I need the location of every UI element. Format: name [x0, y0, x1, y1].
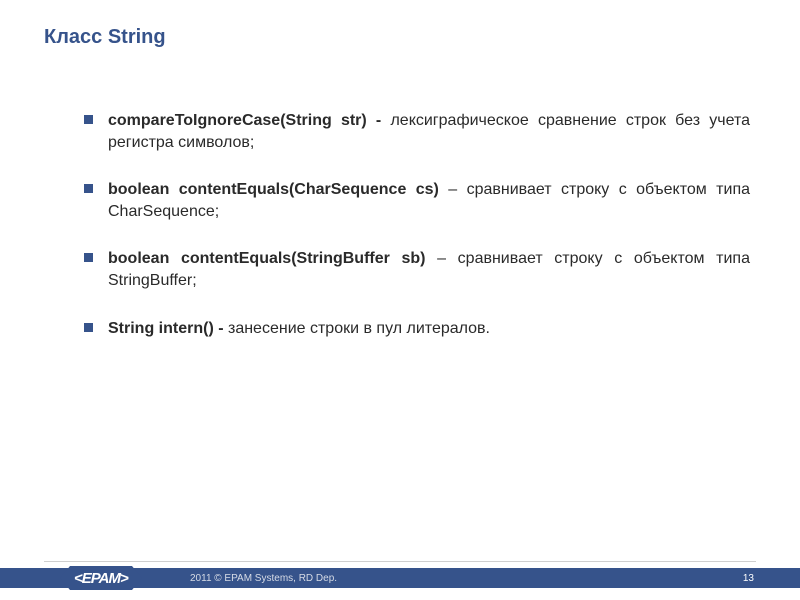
content-area: compareToIgnoreCase(String str) - лексиг…: [108, 110, 750, 365]
bullet-icon: [84, 323, 93, 332]
slide: Класс String compareToIgnoreCase(String …: [0, 0, 800, 600]
bullet-icon: [84, 184, 93, 193]
logo-shape-icon: [60, 566, 70, 590]
footer-divider: [44, 561, 756, 562]
list-item: String intern() - занесение строки в пул…: [108, 318, 750, 340]
method-signature: boolean contentEquals(StringBuffer sb): [108, 250, 426, 267]
list-item: boolean contentEquals(CharSequence cs) –…: [108, 179, 750, 222]
page-number: 13: [743, 573, 754, 584]
method-description: занесение строки в пул литералов.: [228, 320, 490, 337]
list-item: compareToIgnoreCase(String str) - лексиг…: [108, 110, 750, 153]
footer: <EPAM> 2011 © EPAM Systems, RD Dep. 13: [0, 561, 800, 588]
logo-shape-icon: [132, 566, 142, 590]
logo: <EPAM>: [60, 566, 142, 590]
bullet-icon: [84, 253, 93, 262]
method-signature: String intern() -: [108, 320, 228, 337]
slide-title: Класс String: [44, 26, 166, 49]
list-item: boolean contentEquals(StringBuffer sb) –…: [108, 248, 750, 291]
logo-text: <EPAM>: [70, 566, 132, 590]
bullet-icon: [84, 115, 93, 124]
footer-bar: <EPAM> 2011 © EPAM Systems, RD Dep. 13: [0, 568, 800, 588]
method-signature: boolean contentEquals(CharSequence cs): [108, 181, 439, 198]
copyright-text: 2011 © EPAM Systems, RD Dep.: [190, 573, 337, 584]
method-signature: compareToIgnoreCase(String str) -: [108, 112, 390, 129]
